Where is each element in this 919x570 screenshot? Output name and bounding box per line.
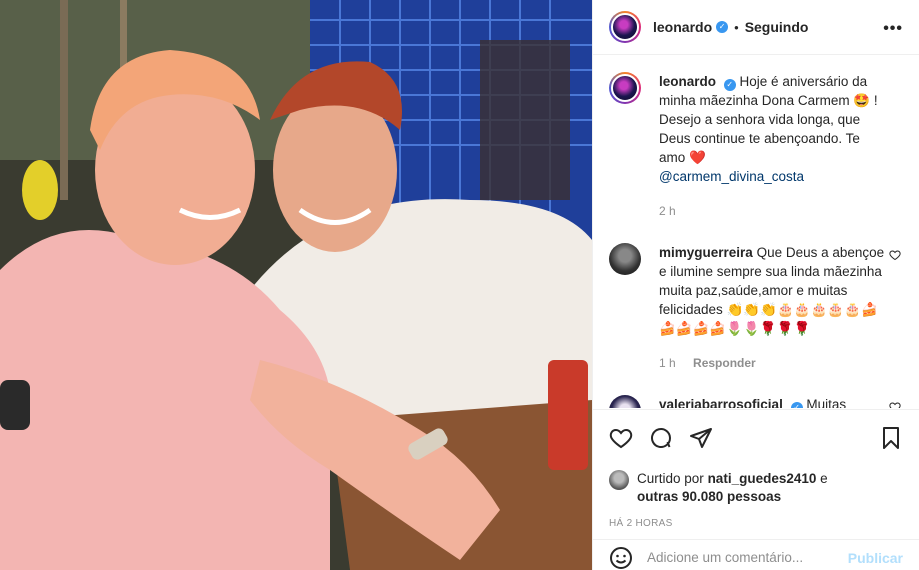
likes-count-link[interactable]: outras 90.080 pessoas	[637, 489, 781, 504]
comment-heart-icon[interactable]	[889, 249, 901, 261]
publish-button[interactable]: Publicar	[848, 550, 903, 566]
liker-avatar[interactable]	[609, 470, 629, 490]
likes-and: e	[820, 471, 828, 486]
post-photo[interactable]	[0, 0, 592, 570]
caption-time[interactable]: 2 h	[659, 202, 889, 221]
comment-item: valeriabarrosoficial ✓ Muitas	[609, 395, 903, 408]
share-icon[interactable]	[689, 426, 713, 450]
add-comment-bar: Publicar	[593, 539, 919, 570]
commenter-avatar[interactable]	[609, 395, 641, 408]
likes-prefix: Curtido por	[637, 471, 704, 486]
comment-input[interactable]	[647, 550, 837, 565]
post-header: leonardo ✓ • Seguindo •••	[593, 0, 919, 55]
author-username[interactable]: leonardo	[653, 19, 712, 35]
comment-time[interactable]: 1 h	[659, 356, 676, 370]
comment-heart-icon[interactable]	[889, 401, 901, 408]
comment-icon[interactable]	[649, 426, 673, 450]
emoji-icon[interactable]	[609, 546, 633, 570]
bookmark-icon[interactable]	[879, 426, 903, 450]
caption-author-avatar[interactable]	[609, 72, 641, 104]
author-avatar[interactable]	[609, 11, 641, 43]
commenter-username[interactable]: valeriabarrosoficial	[659, 397, 783, 408]
heart-icon[interactable]	[609, 426, 633, 450]
post-side-panel: leonardo ✓ • Seguindo ••• leonardo ✓ Hoj…	[592, 0, 919, 570]
more-icon[interactable]: •••	[883, 20, 903, 38]
caption-mention-link[interactable]: @carmem_divina_costa	[659, 169, 804, 184]
post-timestamp[interactable]: HÁ 2 HORAS	[609, 518, 903, 529]
commenter-username[interactable]: mimyguerreira	[659, 245, 753, 260]
post-caption: leonardo ✓ Hoje é aniversário da minha m…	[609, 72, 903, 221]
verified-badge-icon: ✓	[790, 402, 803, 408]
liker-username[interactable]: nati_guedes2410	[708, 471, 817, 486]
comments-list[interactable]: leonardo ✓ Hoje é aniversário da minha m…	[593, 56, 919, 408]
caption-author[interactable]: leonardo	[659, 74, 716, 89]
verified-badge-icon: ✓	[716, 21, 729, 33]
action-icons-row	[609, 424, 903, 452]
photo-illustration	[0, 0, 592, 570]
reply-button[interactable]: Responder	[693, 356, 756, 370]
separator-dot: •	[734, 19, 739, 35]
comment-item: mimyguerreira Que Deus a abençoe e ilumi…	[609, 243, 903, 373]
follow-state-button[interactable]: Seguindo	[745, 19, 809, 35]
verified-badge-icon: ✓	[723, 79, 736, 91]
comment-text: Muitas	[806, 397, 847, 408]
commenter-avatar[interactable]	[609, 243, 641, 275]
caption-heart-emoji: ❤️	[689, 150, 706, 165]
post-actions: Curtido por nati_guedes2410 e outras 90.…	[593, 409, 919, 569]
likes-summary: Curtido por nati_guedes2410 e outras 90.…	[609, 470, 903, 506]
instagram-post-modal: leonardo ✓ • Seguindo ••• leonardo ✓ Hoj…	[0, 0, 919, 570]
